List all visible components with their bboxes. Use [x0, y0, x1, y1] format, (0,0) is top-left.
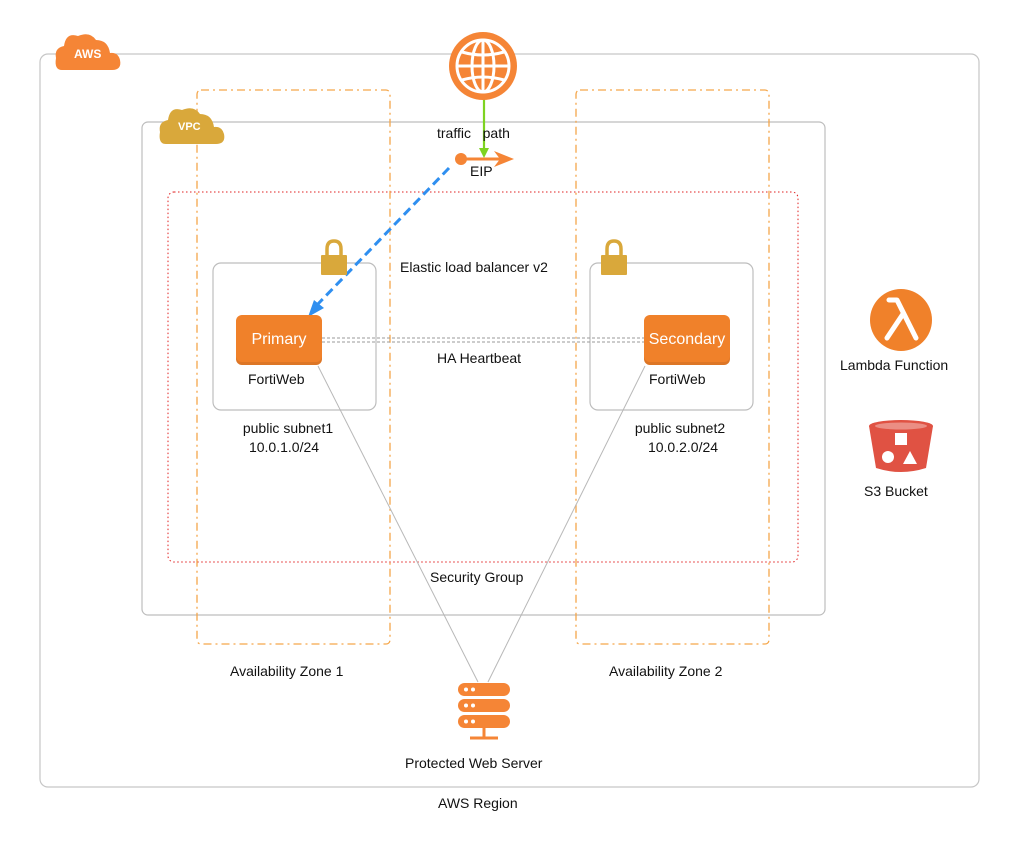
availability-zone-1-box — [196, 89, 391, 645]
secondary-fortiweb-node[interactable]: Secondary — [644, 315, 730, 365]
aws-region-box — [39, 53, 980, 788]
secondary-to-server-line — [487, 365, 646, 683]
s3-bucket-label: S3 Bucket — [864, 483, 928, 499]
availability-zone-2-box — [575, 89, 770, 645]
security-group-label: Security Group — [430, 569, 524, 585]
traffic-path-arrowhead — [479, 148, 489, 158]
public-subnet2-cidr: 10.0.2.0/24 — [647, 439, 719, 455]
availability-zone-1-label: Availability Zone 1 — [230, 663, 344, 679]
eip-dot — [455, 153, 467, 165]
lambda-function-label: Lambda Function — [840, 357, 949, 373]
s3-bucket-icon — [869, 420, 933, 472]
eip-to-primary-arrow-line — [315, 166, 451, 307]
public-subnet1-cidr: 10.0.1.0/24 — [248, 439, 320, 455]
public-subnet2-name: public subnet2 — [634, 420, 726, 436]
primary-product-label: FortiWeb — [248, 371, 305, 387]
eip-label: EIP — [470, 163, 493, 179]
elb-label: Elastic load balancer v2 — [400, 259, 548, 275]
vpc-badge-label: VPC — [178, 121, 201, 133]
ha-heartbeat-label: HA Heartbeat — [437, 350, 522, 366]
aws-region-label: AWS Region — [438, 795, 518, 811]
availability-zone-2-label: Availability Zone 2 — [609, 663, 723, 679]
internet-globe-icon — [449, 32, 517, 100]
vpc-box — [141, 121, 826, 616]
lambda-function-icon — [870, 289, 932, 351]
primary-fortiweb-node[interactable]: Primary — [236, 315, 322, 365]
secondary-product-label: FortiWeb — [649, 371, 706, 387]
primary-to-server-line — [317, 365, 479, 683]
public-subnet1-name: public subnet1 — [242, 420, 334, 436]
protected-web-server-label: Protected Web Server — [405, 755, 543, 771]
aws-badge-label: AWS — [74, 47, 102, 61]
web-server-icon — [458, 683, 510, 740]
subnet1-lock-icon — [321, 239, 347, 275]
subnet2-lock-icon — [601, 239, 627, 275]
traffic-path-label: traffic path — [437, 125, 510, 141]
